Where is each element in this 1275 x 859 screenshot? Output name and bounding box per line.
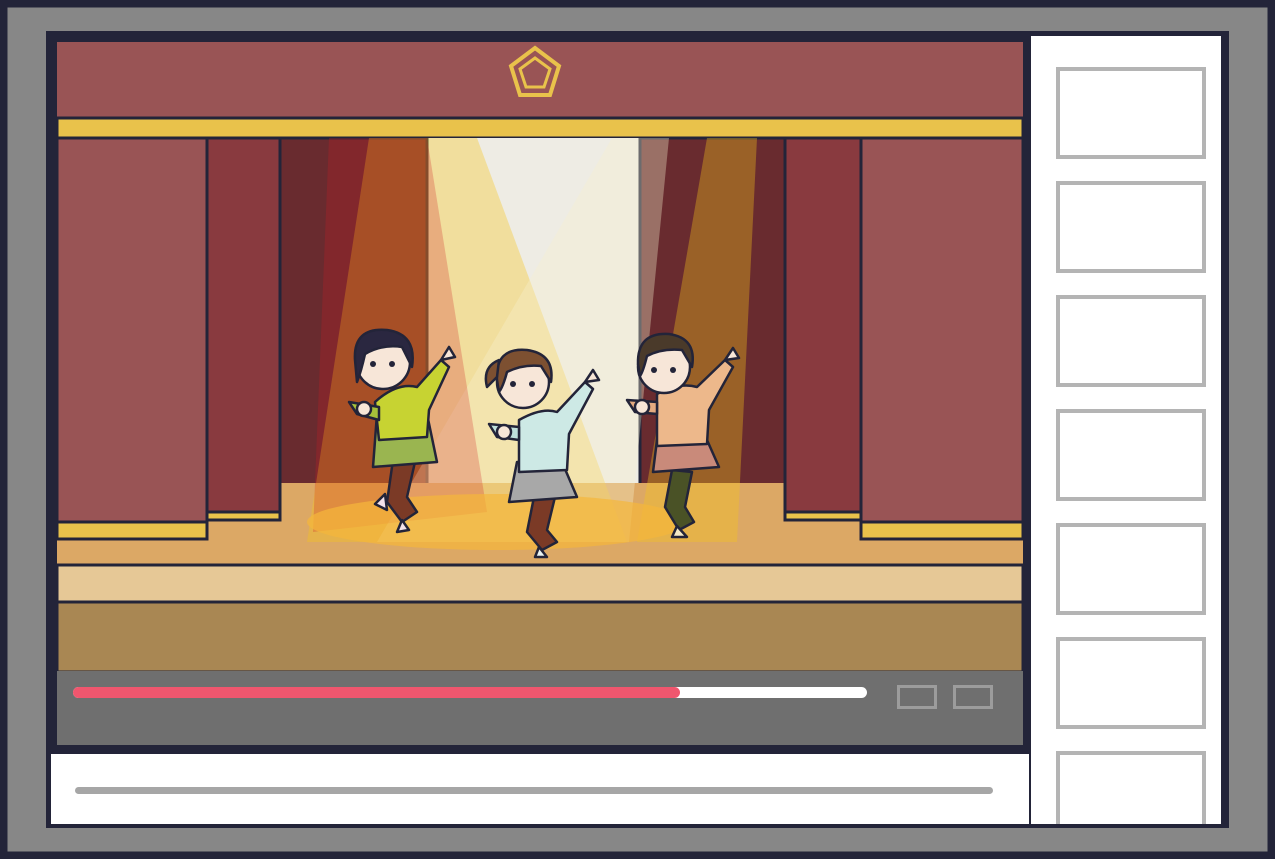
- browser-window: [0, 0, 1275, 859]
- stage-scene: [57, 42, 1023, 674]
- fullscreen-button[interactable]: [953, 685, 993, 709]
- video-player[interactable]: [57, 42, 1023, 745]
- thumbnail-7[interactable]: [1056, 751, 1206, 824]
- thumbnail-1[interactable]: [1056, 67, 1206, 159]
- thumbnail-4[interactable]: [1056, 409, 1206, 501]
- thumbnail-6[interactable]: [1056, 637, 1206, 729]
- thumbnail-3[interactable]: [1056, 295, 1206, 387]
- thumbnail-2[interactable]: [1056, 181, 1206, 273]
- video-info-panel: [51, 754, 1029, 824]
- thumbnail-5[interactable]: [1056, 523, 1206, 615]
- video-title-placeholder: [75, 787, 993, 794]
- recommendations-sidebar: [1031, 36, 1221, 824]
- settings-button[interactable]: [897, 685, 937, 709]
- player-controls: [57, 671, 1023, 745]
- progress-bar[interactable]: [73, 687, 867, 698]
- progress-fill: [73, 687, 681, 698]
